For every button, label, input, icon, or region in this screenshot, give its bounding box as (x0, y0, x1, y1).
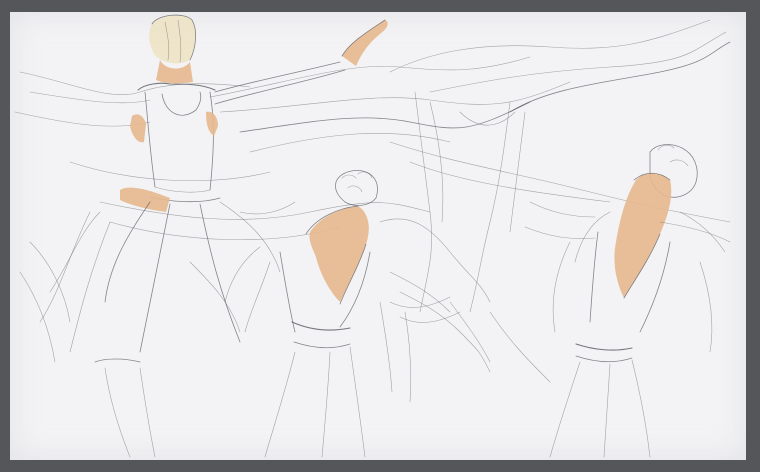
image-frame (0, 0, 760, 472)
pencil-sketch-drawing (14, 14, 731, 458)
right-dancer (524, 144, 731, 458)
lower-fabric-strokes (19, 241, 551, 403)
center-dancer (224, 91, 526, 458)
drapery-strokes (14, 19, 731, 241)
